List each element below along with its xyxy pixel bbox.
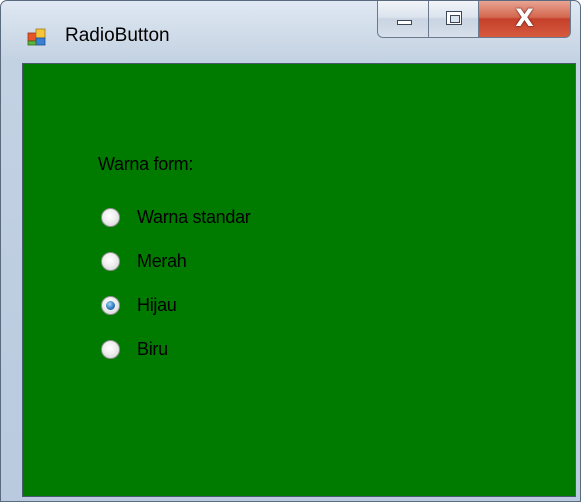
radio-label[interactable]: Hijau	[137, 295, 177, 316]
close-icon: X	[515, 4, 534, 32]
minimize-icon	[397, 20, 412, 25]
app-window: RadioButton X Warna form: Warna standar …	[0, 0, 581, 502]
form-client-area: Warna form: Warna standar Merah Hijau Bi…	[22, 63, 576, 497]
caption-buttons: X	[377, 1, 571, 39]
minimize-button[interactable]	[377, 1, 429, 38]
window-title: RadioButton	[65, 25, 170, 46]
maximize-icon	[446, 11, 462, 25]
maximize-button[interactable]	[429, 1, 479, 38]
radio-label[interactable]: Warna standar	[137, 207, 251, 228]
group-label: Warna form:	[98, 154, 194, 174]
radio-warna-standar[interactable]: Warna standar	[101, 205, 251, 229]
windows-form-icon	[27, 28, 46, 46]
radio-button-icon[interactable]	[101, 207, 120, 227]
radio-hijau[interactable]: Hijau	[101, 293, 177, 317]
radio-button-icon[interactable]	[101, 251, 120, 271]
radio-label[interactable]: Merah	[137, 251, 187, 272]
radio-merah[interactable]: Merah	[101, 249, 187, 273]
radio-button-icon[interactable]	[101, 295, 120, 315]
title-bar[interactable]: RadioButton X	[1, 1, 580, 61]
radio-label[interactable]: Biru	[137, 339, 168, 360]
radio-biru[interactable]: Biru	[101, 337, 168, 361]
close-button[interactable]: X	[479, 1, 571, 38]
radio-button-icon[interactable]	[101, 339, 120, 359]
